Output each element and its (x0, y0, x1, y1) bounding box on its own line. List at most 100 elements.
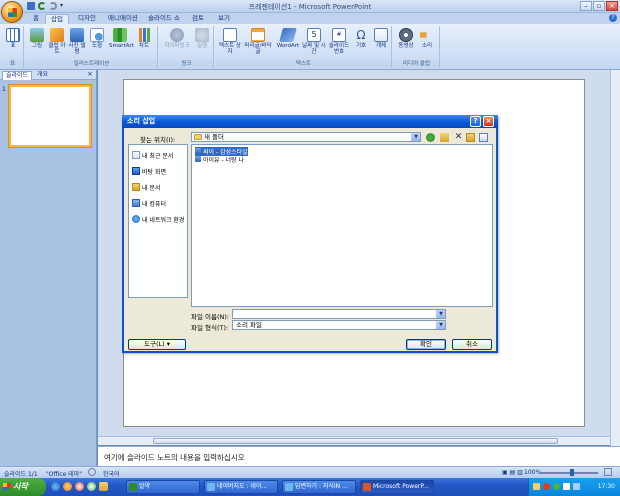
dialog-help-button[interactable]: ? (470, 116, 481, 127)
close-button[interactable]: × (606, 1, 618, 11)
zoom-slider-thumb[interactable] (570, 469, 574, 476)
tab-design[interactable]: 디자인 (73, 14, 101, 24)
scroll-thumb[interactable] (153, 438, 558, 444)
back-icon[interactable] (426, 133, 435, 142)
vertical-scrollbar[interactable] (610, 70, 620, 446)
network-icon (132, 215, 140, 223)
tab-home[interactable]: 홈 (28, 14, 44, 24)
place-network[interactable]: 내 네트워크 환경 (132, 215, 184, 224)
group-label-text: 텍스트 (216, 61, 391, 68)
slide-number-button[interactable]: # 슬라이드 번호 (327, 28, 351, 55)
tab-review[interactable]: 검토 (187, 14, 209, 24)
quicklaunch-icon[interactable] (75, 482, 84, 491)
ribbon-tabs: 홈 삽입 디자인 애니메이션 슬라이드 쇼 검토 보기 (0, 13, 620, 24)
ie-icon[interactable] (51, 482, 60, 491)
textbox-button[interactable]: 텍스트 상자 (218, 28, 242, 55)
place-desktop[interactable]: 바탕 화면 (132, 167, 166, 176)
minimize-button[interactable]: – (580, 1, 592, 11)
views-icon[interactable] (479, 133, 488, 142)
up-folder-icon[interactable] (440, 133, 449, 142)
delete-icon[interactable]: ✕ (454, 133, 463, 142)
table-button[interactable]: 표 (4, 28, 22, 49)
movie-button[interactable]: 동영상 (396, 28, 416, 49)
taskbar-item[interactable]: 알약 (126, 480, 200, 494)
star-action-icon (195, 28, 209, 42)
look-in-combo[interactable]: 새 폴더 ▼ (191, 132, 421, 142)
new-folder-icon[interactable] (466, 133, 475, 142)
tab-insert[interactable]: 삽입 (45, 14, 69, 24)
slide-number-icon: # (332, 28, 346, 42)
object-button[interactable]: 개체 (372, 28, 390, 49)
textbox-icon (223, 28, 237, 42)
header-footer-button[interactable]: 머리글/바닥글 (243, 28, 273, 55)
header-footer-icon (251, 28, 265, 42)
horizontal-scrollbar[interactable] (98, 436, 610, 445)
photo-album-button[interactable]: 사진 앨범 (68, 28, 86, 55)
filename-label: 파일 이름(N): (191, 313, 230, 321)
shapes-icon (90, 28, 104, 42)
slide-thumbnail[interactable] (9, 85, 91, 147)
place-my-computer[interactable]: 내 컴퓨터 (132, 199, 166, 208)
place-my-documents[interactable]: 내 문서 (132, 183, 160, 192)
cancel-button[interactable]: 취소 (452, 339, 492, 350)
audio-file-icon (195, 148, 201, 154)
sound-button[interactable]: 소리 (418, 28, 436, 49)
tray-icon[interactable] (563, 483, 570, 490)
view-buttons[interactable]: ▣ ▤ ▥ (502, 469, 523, 476)
chart-button[interactable]: 차트 (134, 28, 154, 49)
quicklaunch-icon[interactable] (63, 482, 72, 491)
file-item[interactable]: 아이유 - 너랑 나 (195, 155, 244, 164)
slide-number: 1 (2, 86, 6, 93)
place-recent-documents[interactable]: 내 최근 문서 (132, 151, 173, 160)
ok-button[interactable]: 확인 (406, 339, 446, 350)
tab-animation[interactable]: 애니메이션 (103, 14, 143, 24)
tray-icon[interactable] (553, 483, 560, 490)
chevron-down-icon: ▼ (436, 310, 445, 318)
quicklaunch-icon[interactable] (87, 482, 96, 491)
chevron-down-icon: ▾ (166, 340, 170, 348)
hyperlink-button[interactable]: 하이퍼링크 (162, 28, 192, 49)
zoom-slider[interactable] (540, 472, 598, 474)
notes-pane[interactable]: 여기에 슬라이드 노트의 내용을 입력하십시오 (98, 446, 620, 466)
taskbar-item[interactable]: 네이버지도 : 네이... (204, 480, 278, 494)
filename-input[interactable]: ▼ (232, 309, 446, 319)
browser-icon (207, 483, 215, 491)
clipart-button[interactable]: 클립 아트 (48, 28, 66, 55)
dialog-close-button[interactable]: × (483, 116, 494, 127)
status-zoom[interactable]: 100% (524, 469, 541, 476)
tab-outline[interactable]: 개요 (34, 71, 51, 80)
picture-button[interactable]: 그림 (28, 28, 46, 49)
tab-slideshow[interactable]: 슬라이드 쇼 (143, 14, 185, 24)
office-button[interactable] (1, 1, 23, 23)
shapes-button[interactable]: 도형 (88, 28, 106, 49)
spellcheck-icon[interactable] (88, 468, 96, 476)
help-icon[interactable]: ? (609, 14, 617, 22)
filetype-select[interactable]: 소리 파일 ▼ (232, 320, 446, 330)
tray-icon[interactable] (533, 483, 540, 490)
chevron-down-icon: ▼ (436, 321, 445, 329)
start-button[interactable]: 시작 (0, 478, 46, 496)
quicklaunch-icon[interactable] (99, 482, 108, 491)
notes-placeholder: 여기에 슬라이드 노트의 내용을 입력하십시오 (104, 453, 245, 462)
volume-icon[interactable] (573, 483, 580, 490)
symbol-button[interactable]: Ω 기호 (352, 28, 370, 49)
taskbar: 시작 알약 네이버지도 : 네이... 답변하기 : 지식iN ... Micr… (0, 478, 620, 496)
tab-view[interactable]: 보기 (213, 14, 235, 24)
action-button[interactable]: 실행 (193, 28, 211, 49)
photo-album-icon (70, 28, 84, 42)
taskbar-item[interactable]: 답변하기 : 지식iN ... (282, 480, 356, 494)
powerpoint-icon (363, 483, 371, 491)
pane-close-icon[interactable]: × (87, 70, 93, 78)
wordart-button[interactable]: WordArt (276, 28, 300, 49)
tab-slides[interactable]: 슬라이드 (2, 71, 33, 80)
tools-button[interactable]: 도구(L) ▾ (128, 339, 186, 350)
group-table: 표 표 (2, 26, 24, 68)
smartart-button[interactable]: SmartArt (109, 28, 134, 49)
fit-window-icon[interactable] (604, 468, 612, 476)
group-text: 텍스트 상자 머리글/바닥글 WordArt 5 날짜 및 시간 # 슬라이드 … (216, 26, 392, 68)
smartart-icon (113, 28, 127, 42)
tray-icon[interactable] (543, 483, 550, 490)
maximize-button[interactable]: ▫ (593, 1, 605, 11)
date-time-button[interactable]: 5 날짜 및 시간 (302, 28, 326, 55)
taskbar-item[interactable]: Microsoft PowerP... (360, 480, 434, 494)
